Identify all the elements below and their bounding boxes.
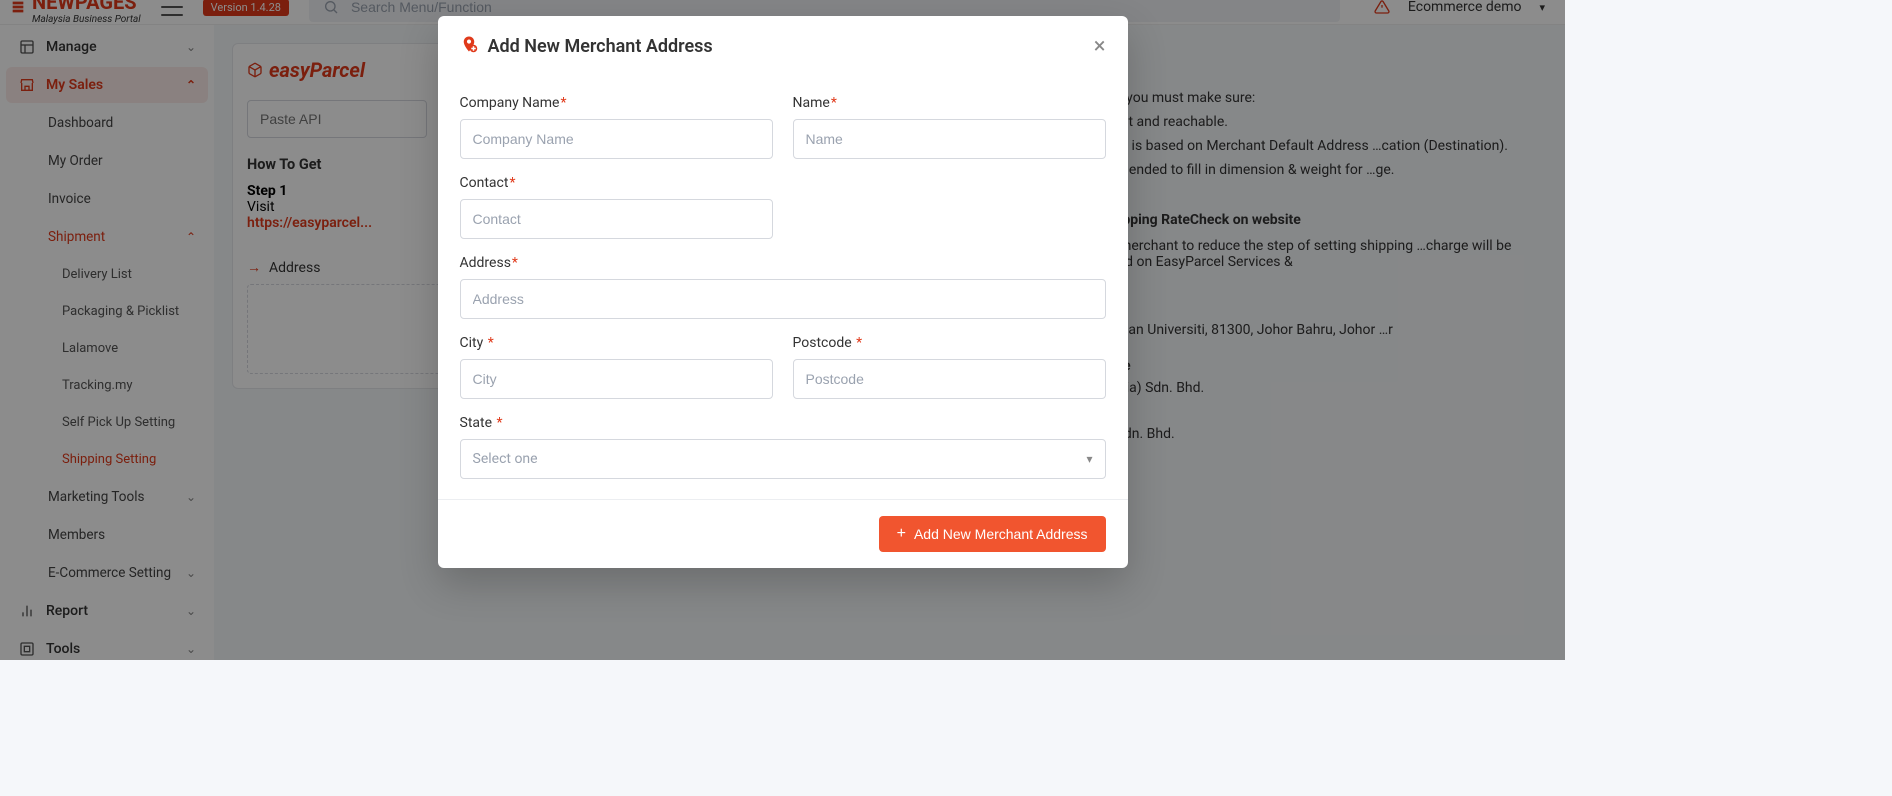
add-merchant-address-modal: Add New Merchant Address × Company Name*… bbox=[438, 16, 1128, 568]
modal-overlay[interactable]: Add New Merchant Address × Company Name*… bbox=[0, 0, 1565, 660]
state-select[interactable]: Select one ▾ bbox=[460, 439, 1106, 479]
city-label: City * bbox=[460, 335, 773, 351]
company-name-input[interactable] bbox=[460, 119, 773, 159]
contact-group: Contact* bbox=[460, 175, 773, 239]
add-merchant-address-button[interactable]: + Add New Merchant Address bbox=[879, 516, 1106, 552]
postcode-group: Postcode * bbox=[793, 335, 1106, 399]
caret-down-icon: ▾ bbox=[1086, 452, 1092, 466]
submit-label: Add New Merchant Address bbox=[914, 526, 1088, 542]
address-input[interactable] bbox=[460, 279, 1106, 319]
city-input[interactable] bbox=[460, 359, 773, 399]
modal-body: Company Name* Name* Contact* Address* bbox=[438, 69, 1128, 499]
address-group: Address* bbox=[460, 255, 1106, 319]
state-select-placeholder: Select one bbox=[473, 451, 538, 467]
map-pin-add-icon bbox=[460, 35, 478, 58]
state-label: State * bbox=[460, 415, 1106, 431]
name-group: Name* bbox=[793, 95, 1106, 159]
modal-header: Add New Merchant Address × bbox=[438, 16, 1128, 69]
modal-title: Add New Merchant Address bbox=[488, 36, 713, 57]
postcode-input[interactable] bbox=[793, 359, 1106, 399]
close-button[interactable]: × bbox=[1094, 34, 1106, 59]
contact-input[interactable] bbox=[460, 199, 773, 239]
address-label: Address* bbox=[460, 255, 1106, 271]
name-input[interactable] bbox=[793, 119, 1106, 159]
company-name-group: Company Name* bbox=[460, 95, 773, 159]
city-group: City * bbox=[460, 335, 773, 399]
postcode-label: Postcode * bbox=[793, 335, 1106, 351]
modal-footer: + Add New Merchant Address bbox=[438, 499, 1128, 568]
company-name-label: Company Name* bbox=[460, 95, 773, 111]
contact-label: Contact* bbox=[460, 175, 773, 191]
name-label: Name* bbox=[793, 95, 1106, 111]
state-group: State * Select one ▾ bbox=[460, 415, 1106, 479]
